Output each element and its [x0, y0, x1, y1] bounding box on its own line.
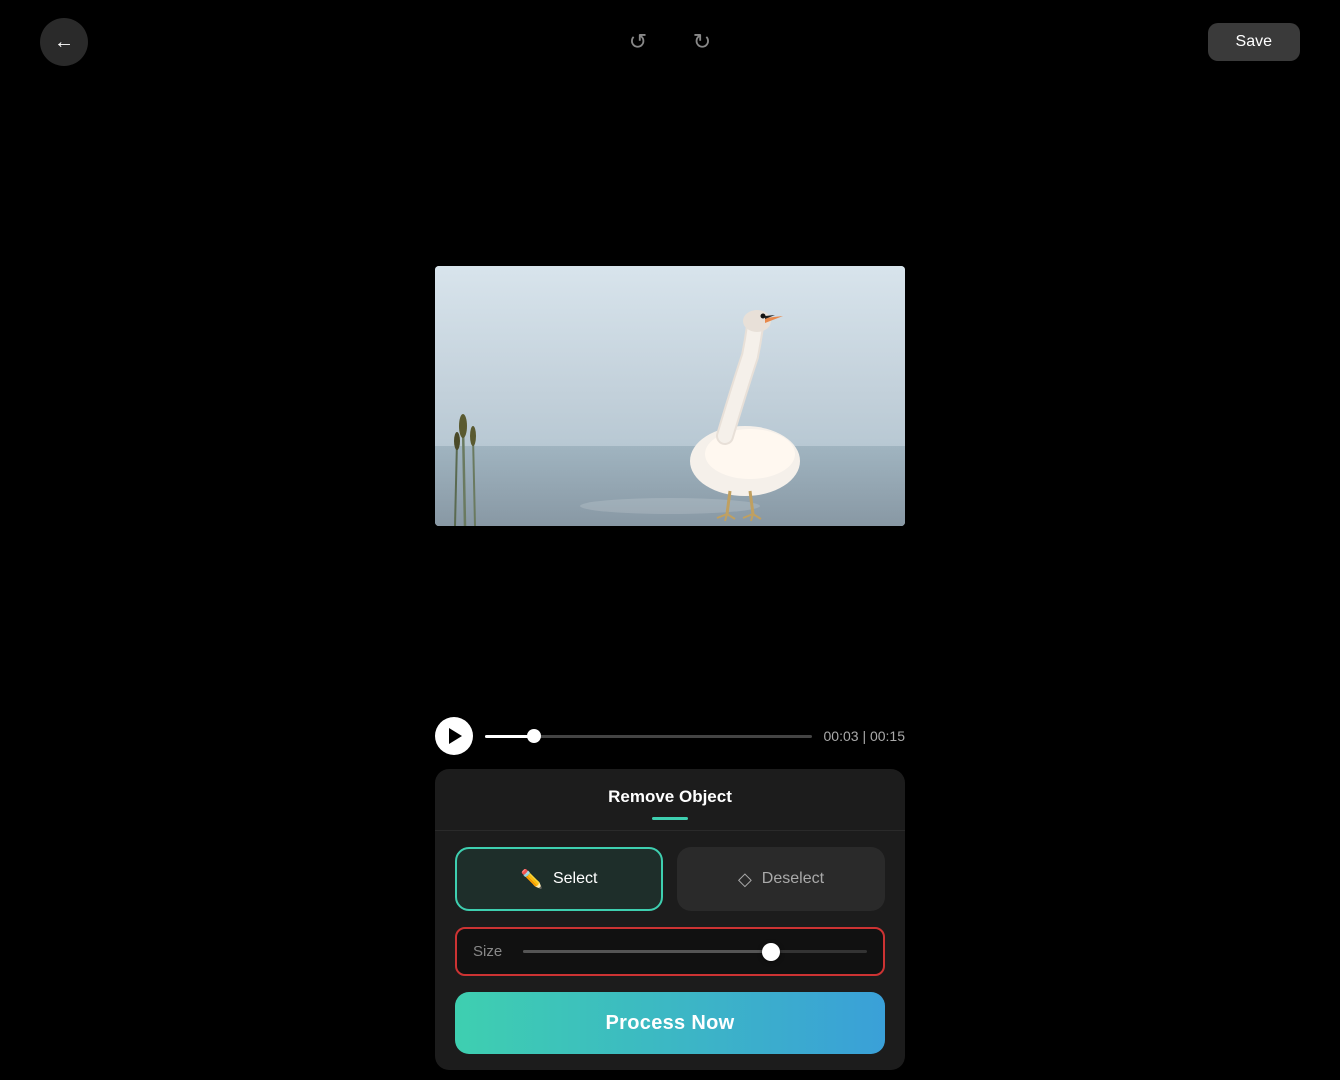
- bottom-panel: 00:03 | 00:15 Remove Object ✏️ Select ◇ …: [0, 707, 1340, 1080]
- size-slider-thumb[interactable]: [762, 943, 780, 961]
- back-button[interactable]: ←: [40, 18, 88, 66]
- redo-icon: ↻: [693, 29, 711, 55]
- toolbar-left: ←: [40, 18, 88, 66]
- deselect-label: Deselect: [762, 870, 824, 888]
- size-label: Size: [473, 943, 509, 960]
- play-button[interactable]: [435, 717, 473, 755]
- timeline-time: 00:03 | 00:15: [824, 728, 905, 744]
- eraser-icon: ◇: [738, 869, 752, 890]
- timeline: 00:03 | 00:15: [435, 707, 905, 769]
- brush-icon: ✏️: [521, 869, 543, 890]
- size-slider-track[interactable]: [523, 950, 867, 953]
- video-frame: [435, 266, 905, 526]
- process-now-button[interactable]: Process Now: [455, 992, 885, 1054]
- swan-scene: [435, 266, 905, 526]
- play-icon: [449, 728, 462, 744]
- main-content: [0, 84, 1340, 707]
- toolbar-center: ↺ ↻: [618, 22, 722, 62]
- toolbar: ← ↺ ↻ Save: [0, 0, 1340, 84]
- undo-icon: ↺: [629, 29, 647, 55]
- undo-button[interactable]: ↺: [618, 22, 658, 62]
- video-container: [435, 266, 905, 526]
- toolbar-right: Save: [1208, 23, 1300, 61]
- panel-indicator: [652, 817, 688, 820]
- panel-title: Remove Object: [608, 787, 732, 807]
- select-label: Select: [553, 870, 597, 888]
- panel-header: Remove Object: [435, 769, 905, 831]
- remove-object-panel: Remove Object ✏️ Select ◇ Deselect Size …: [435, 769, 905, 1070]
- tool-buttons: ✏️ Select ◇ Deselect: [455, 847, 885, 911]
- back-icon: ←: [54, 31, 74, 54]
- size-slider-fill: [523, 950, 771, 953]
- size-slider-container[interactable]: Size: [455, 927, 885, 976]
- save-button[interactable]: Save: [1208, 23, 1300, 61]
- redo-button[interactable]: ↻: [682, 22, 722, 62]
- timeline-thumb: [527, 729, 541, 743]
- select-button[interactable]: ✏️ Select: [455, 847, 663, 911]
- timeline-track[interactable]: [485, 735, 812, 738]
- deselect-button[interactable]: ◇ Deselect: [677, 847, 885, 911]
